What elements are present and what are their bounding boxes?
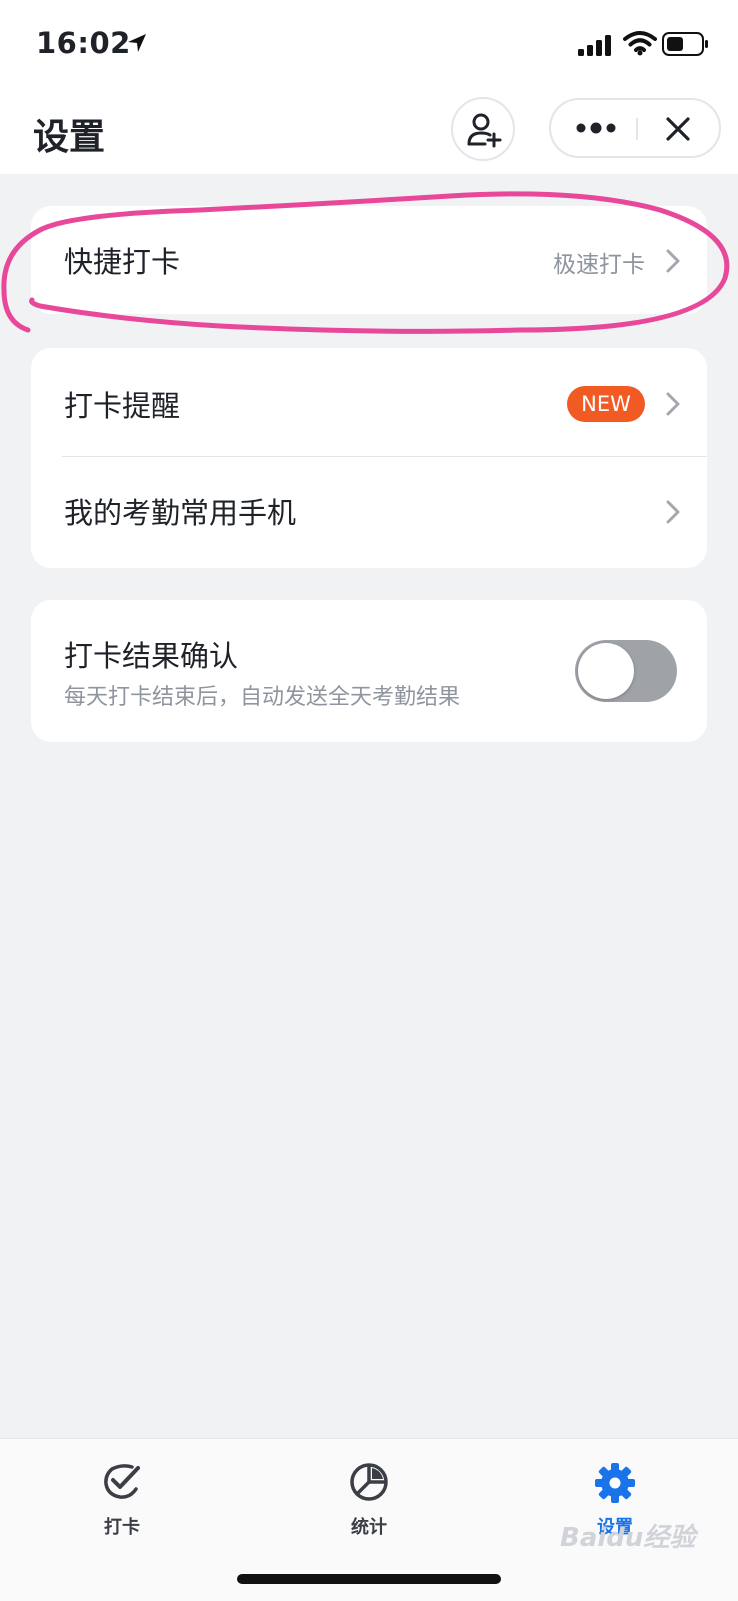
- gear-icon: [595, 1463, 635, 1503]
- capsule-divider: [636, 118, 638, 140]
- phone-label: 我的考勤常用手机: [64, 496, 297, 530]
- reminder-phone-card: 打卡提醒 NEW 我的考勤常用手机: [31, 348, 707, 568]
- quick-clockin-row[interactable]: 快捷打卡 极速打卡: [31, 206, 707, 314]
- watermark: Baidu经验: [560, 1523, 696, 1553]
- quick-clockin-label: 快捷打卡: [64, 245, 181, 279]
- result-confirm-label: 打卡结果确认: [64, 639, 239, 673]
- add-user-button[interactable]: [451, 97, 515, 161]
- status-bar: 16:02: [0, 0, 738, 92]
- wifi-icon: [623, 31, 657, 56]
- add-user-icon: [467, 113, 502, 148]
- quick-clockin-card: 快捷打卡 极速打卡: [31, 206, 707, 314]
- home-indicator[interactable]: [237, 1574, 501, 1584]
- mini-program-capsule: [549, 98, 721, 158]
- tab-statistics[interactable]: 统计: [299, 1439, 439, 1549]
- pie-chart-icon: [350, 1463, 388, 1501]
- more-icon[interactable]: [575, 116, 617, 140]
- reminder-row[interactable]: 打卡提醒 NEW: [31, 348, 707, 456]
- phone-row[interactable]: 我的考勤常用手机: [31, 456, 707, 568]
- chevron-right-icon: [666, 249, 680, 273]
- tab-statistics-label: 统计: [351, 1517, 387, 1538]
- page-title: 设置: [33, 117, 106, 158]
- result-confirm-row: 打卡结果确认 每天打卡结束后，自动发送全天考勤结果: [31, 600, 707, 742]
- chevron-right-icon: [666, 392, 680, 416]
- battery-icon: [662, 32, 708, 56]
- close-icon[interactable]: [665, 116, 691, 142]
- result-confirm-toggle[interactable]: [575, 640, 677, 702]
- result-confirm-description: 每天打卡结束后，自动发送全天考勤结果: [64, 685, 461, 710]
- result-confirm-card: 打卡结果确认 每天打卡结束后，自动发送全天考勤结果: [31, 600, 707, 742]
- chevron-right-icon: [666, 500, 680, 524]
- nav-bar: 设置: [0, 92, 738, 174]
- location-arrow-icon: [128, 34, 146, 52]
- new-badge: NEW: [567, 386, 645, 422]
- tab-clockin-label: 打卡: [104, 1517, 140, 1538]
- toggle-knob: [578, 643, 634, 699]
- checkmark-icon: [104, 1464, 140, 1499]
- reminder-label: 打卡提醒: [64, 389, 181, 423]
- quick-clockin-value: 极速打卡: [553, 252, 645, 278]
- tab-clockin[interactable]: 打卡: [52, 1439, 192, 1549]
- status-time: 16:02: [36, 26, 131, 60]
- cellular-signal-icon: [578, 35, 611, 56]
